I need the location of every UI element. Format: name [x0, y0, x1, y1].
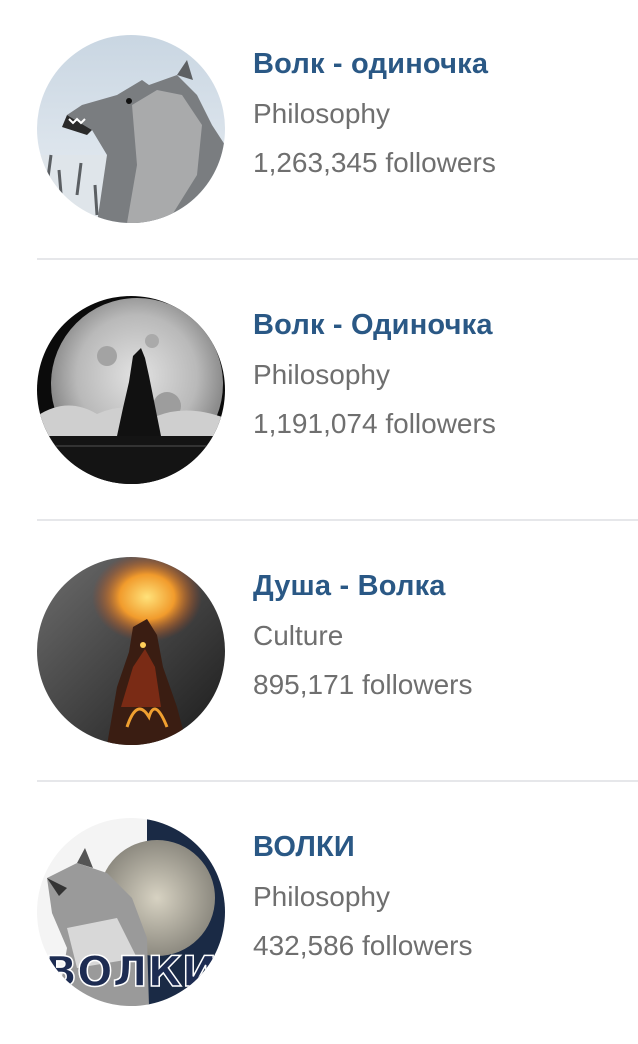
community-name[interactable]: Душа - Волка	[253, 570, 446, 603]
divider	[37, 519, 638, 521]
community-name[interactable]: Волк - Одиночка	[253, 309, 493, 342]
followers-count: 1,263,345 followers	[253, 147, 496, 178]
followers-count: 895,171 followers	[253, 669, 473, 700]
avatar-image-1	[37, 35, 225, 223]
community-category: Philosophy	[253, 98, 390, 129]
community-name[interactable]: ВОЛКИ	[253, 831, 355, 864]
howling-wolf-snow-avatar[interactable]	[37, 35, 225, 223]
community-name[interactable]: Волк - одиночка	[253, 48, 488, 81]
avatar-image-4: ВОЛКИ	[37, 818, 225, 1006]
community-category: Philosophy	[253, 881, 390, 912]
divider	[37, 258, 638, 260]
wolf-logo-avatar[interactable]: ВОЛКИ	[37, 818, 225, 1006]
list-item[interactable]: Волк - Одиночка Philosophy 1,191,074 fol…	[0, 261, 638, 522]
avatar-image-3	[37, 557, 225, 745]
list-item[interactable]: Душа - Волка Culture 895,171 followers	[0, 522, 638, 783]
community-category: Philosophy	[253, 359, 390, 390]
followers-count: 1,191,074 followers	[253, 408, 496, 439]
avatar-logo-text: ВОЛКИ	[45, 947, 217, 996]
list-item[interactable]: Волк - одиночка Philosophy 1,263,345 fol…	[0, 0, 638, 261]
followers-count: 432,586 followers	[253, 930, 473, 961]
community-category: Culture	[253, 620, 344, 651]
community-list: Волк - одиночка Philosophy 1,263,345 fol…	[0, 0, 638, 1040]
fire-wolf-avatar[interactable]	[37, 557, 225, 745]
divider	[37, 780, 638, 782]
avatar-image-2	[37, 296, 225, 484]
wolf-silhouette-moon-avatar[interactable]	[37, 296, 225, 484]
list-item[interactable]: ВОЛКИ ВОЛКИ Philosophy 432,586 followers	[0, 783, 638, 1044]
